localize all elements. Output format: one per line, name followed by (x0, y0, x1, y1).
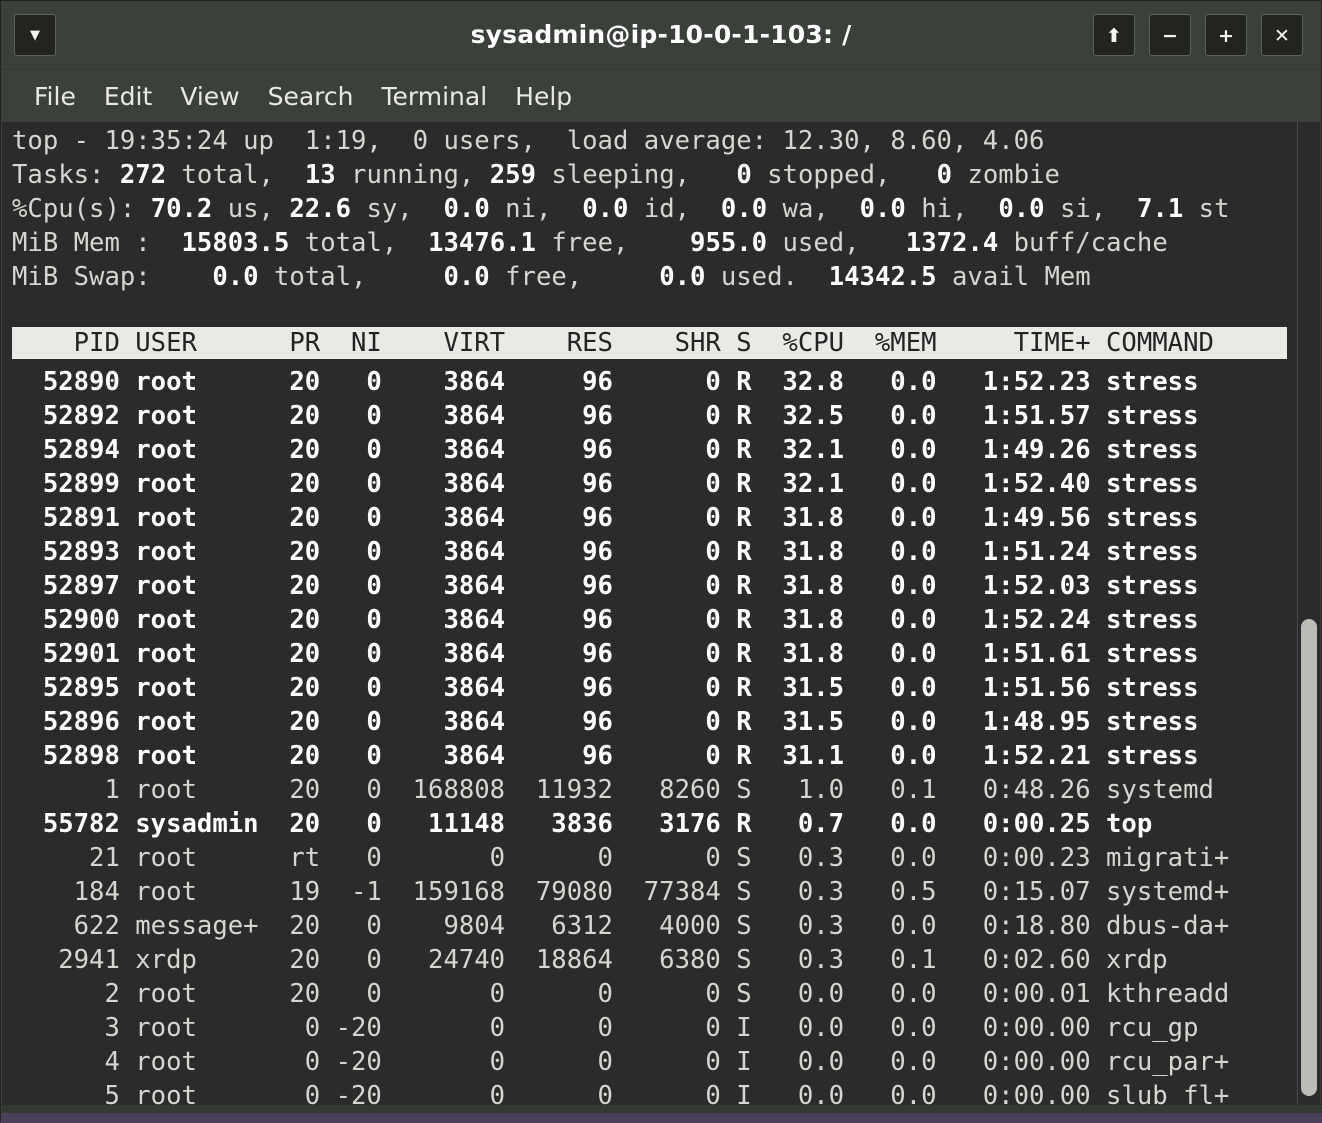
table-row: 52892 root 20 0 3864 96 0 R 32.5 0.0 1:5… (12, 401, 1199, 431)
top-mem-line: MiB Mem : 15803.5 total, 13476.1 free, 9… (12, 228, 1168, 258)
table-row: 52890 root 20 0 3864 96 0 R 32.8 0.0 1:5… (12, 367, 1199, 397)
window-maximize-icon[interactable]: + (1205, 14, 1247, 56)
terminal-window: ▼ sysadmin@ip-10-0-1-103: / ⬆ − + ✕ File… (0, 0, 1322, 1123)
top-uptime-line: top - 19:35:24 up 1:19, 0 users, load av… (12, 126, 1045, 156)
table-row: 52898 root 20 0 3864 96 0 R 31.1 0.0 1:5… (12, 741, 1199, 771)
menu-bar: File Edit View Search Terminal Help (2, 70, 1320, 122)
menu-item-terminal[interactable]: Terminal (367, 80, 501, 113)
window-minimize-icon[interactable]: − (1149, 14, 1191, 56)
process-table-header: PID USER PR NI VIRT RES SHR S %CPU %MEM … (12, 327, 1287, 359)
terminal-output[interactable]: top - 19:35:24 up 1:19, 0 users, load av… (2, 122, 1320, 1115)
table-row: 52899 root 20 0 3864 96 0 R 32.1 0.0 1:5… (12, 469, 1199, 499)
menu-item-search[interactable]: Search (254, 80, 368, 113)
window-bottom-edge (2, 1105, 1322, 1113)
table-row: 184 root 19 -1 159168 79080 77384 S 0.3 … (12, 877, 1230, 907)
table-row: 622 message+ 20 0 9804 6312 4000 S 0.3 0… (12, 911, 1230, 941)
menu-item-edit[interactable]: Edit (90, 80, 166, 113)
table-row: 52900 root 20 0 3864 96 0 R 31.8 0.0 1:5… (12, 605, 1199, 635)
menu-item-help[interactable]: Help (501, 80, 586, 113)
table-row: 52901 root 20 0 3864 96 0 R 31.8 0.0 1:5… (12, 639, 1199, 669)
table-row: 3 root 0 -20 0 0 0 I 0.0 0.0 0:00.00 rcu… (12, 1013, 1199, 1043)
top-swap-line: MiB Swap: 0.0 total, 0.0 free, 0.0 used.… (12, 262, 1091, 292)
table-row: 2941 xrdp 20 0 24740 18864 6380 S 0.3 0.… (12, 945, 1168, 975)
window-menu-icon[interactable]: ▼ (14, 14, 56, 56)
table-row: 55782 sysadmin 20 0 11148 3836 3176 R 0.… (12, 809, 1153, 839)
window-titlebar[interactable]: ▼ sysadmin@ip-10-0-1-103: / ⬆ − + ✕ (1, 1, 1321, 70)
top-cpu-line: %Cpu(s): 70.2 us, 22.6 sy, 0.0 ni, 0.0 i… (12, 194, 1230, 224)
menu-item-view[interactable]: View (166, 80, 253, 113)
table-row: 52891 root 20 0 3864 96 0 R 31.8 0.0 1:4… (12, 503, 1199, 533)
table-row: 21 root rt 0 0 0 0 S 0.3 0.0 0:00.23 mig… (12, 843, 1230, 873)
table-row: 52896 root 20 0 3864 96 0 R 31.5 0.0 1:4… (12, 707, 1199, 737)
table-row: 1 root 20 0 168808 11932 8260 S 1.0 0.1 … (12, 775, 1214, 805)
window-shade-icon[interactable]: ⬆ (1093, 14, 1135, 56)
scrollbar-thumb[interactable] (1301, 619, 1317, 1096)
table-row: 52894 root 20 0 3864 96 0 R 32.1 0.0 1:4… (12, 435, 1199, 465)
table-row: 52895 root 20 0 3864 96 0 R 31.5 0.0 1:5… (12, 673, 1199, 703)
close-icon[interactable]: ✕ (1261, 14, 1303, 56)
table-row: 4 root 0 -20 0 0 0 I 0.0 0.0 0:00.00 rcu… (12, 1047, 1230, 1077)
top-tasks-line: Tasks: 272 total, 13 running, 259 sleepi… (12, 160, 1060, 190)
table-row: 2 root 20 0 0 0 0 S 0.0 0.0 0:00.01 kthr… (12, 979, 1230, 1009)
table-row: 52893 root 20 0 3864 96 0 R 31.8 0.0 1:5… (12, 537, 1199, 567)
menu-item-file[interactable]: File (20, 80, 90, 113)
table-row: 52897 root 20 0 3864 96 0 R 31.8 0.0 1:5… (12, 571, 1199, 601)
vertical-scrollbar[interactable] (1297, 122, 1319, 1115)
